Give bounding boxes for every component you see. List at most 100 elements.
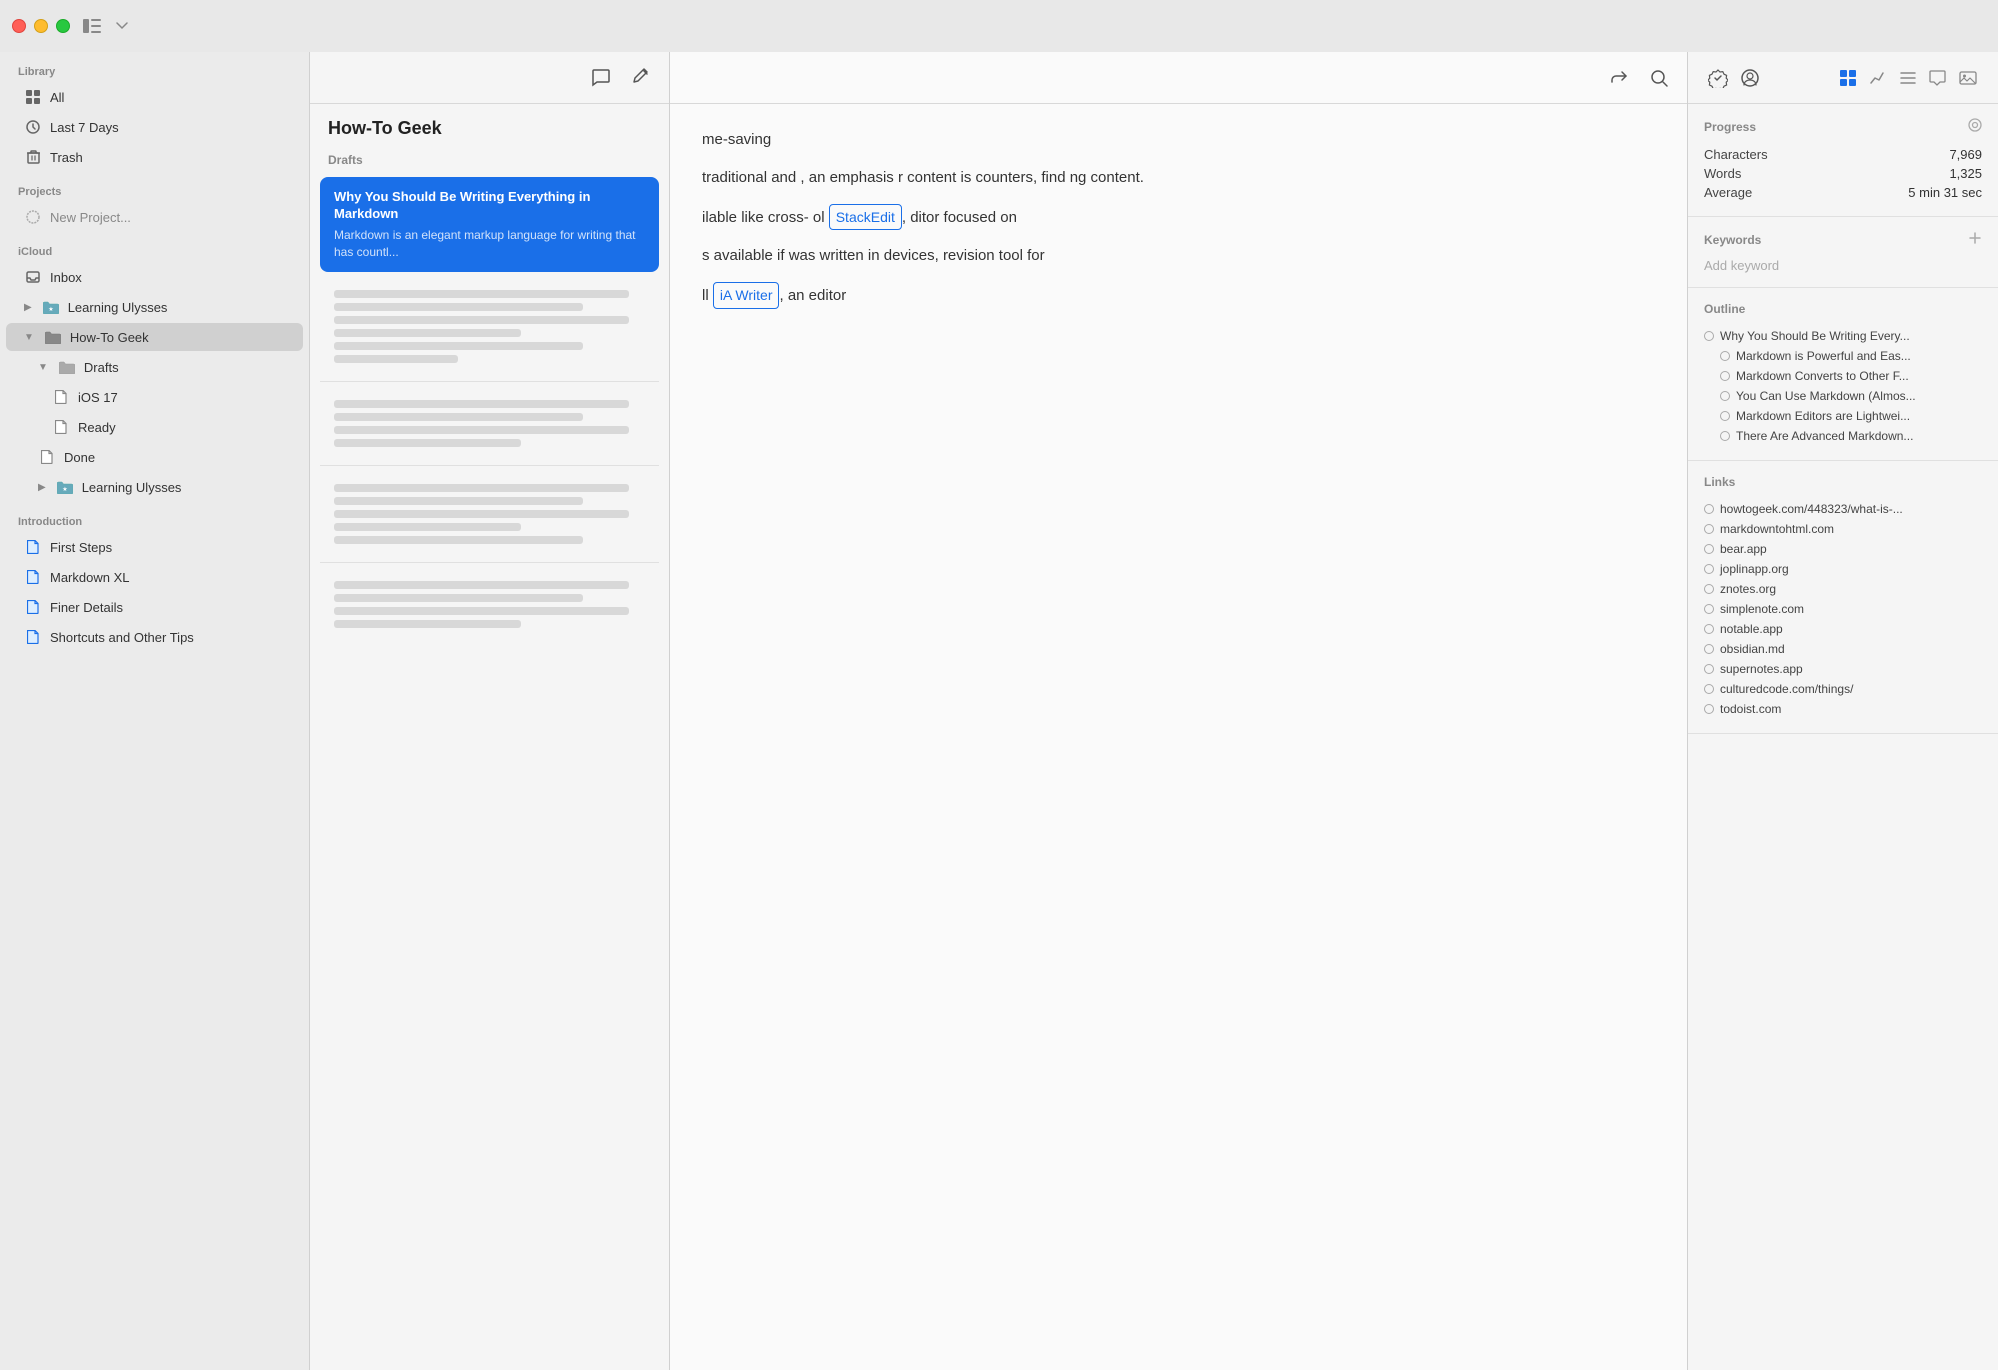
- image-view-icon[interactable]: [1954, 64, 1982, 92]
- comment-icon[interactable]: [589, 66, 613, 90]
- blurred-line: [334, 426, 629, 434]
- doc-list-toolbar: [310, 52, 669, 104]
- ia-writer-link[interactable]: iA Writer: [713, 282, 780, 308]
- chart-view-icon[interactable]: [1864, 64, 1892, 92]
- maximize-button[interactable]: [56, 19, 70, 33]
- markdown-xl-label: Markdown XL: [50, 570, 285, 585]
- minimize-button[interactable]: [34, 19, 48, 33]
- link-item-10[interactable]: todoist.com: [1704, 699, 1982, 719]
- link-bullet-9: [1704, 684, 1714, 694]
- blurred-line: [334, 355, 458, 363]
- blurred-doc-2[interactable]: [320, 280, 659, 373]
- sidebar-item-all[interactable]: All: [6, 83, 303, 111]
- svg-text:★: ★: [62, 486, 67, 493]
- sidebar-item-learning-ulysses-1[interactable]: ▶ ★ Learning Ulysses: [6, 293, 303, 321]
- projects-header: Projects: [0, 172, 309, 202]
- link-item-8[interactable]: supernotes.app: [1704, 659, 1982, 679]
- link-item-7[interactable]: obsidian.md: [1704, 639, 1982, 659]
- doc-blue-icon-markdown-xl: [24, 568, 42, 586]
- compose-icon[interactable]: [629, 66, 653, 90]
- new-project-label: New Project...: [50, 210, 285, 225]
- sidebar-item-shortcuts[interactable]: Shortcuts and Other Tips: [6, 623, 303, 651]
- outline-item-5[interactable]: There Are Advanced Markdown...: [1704, 426, 1982, 446]
- doc-icon-ios17: [52, 388, 70, 406]
- sidebar-item-ready[interactable]: Ready: [6, 413, 303, 441]
- link-item-5[interactable]: simplenote.com: [1704, 599, 1982, 619]
- blurred-line: [334, 400, 629, 408]
- list-view-icon[interactable]: [1894, 64, 1922, 92]
- right-toolbar: [1688, 52, 1998, 104]
- average-label: Average: [1704, 185, 1752, 200]
- selected-doc-preview: Markdown is an elegant markup language f…: [334, 227, 645, 261]
- stackedit-link[interactable]: StackEdit: [829, 204, 902, 230]
- expand-arrow-htg: ▼: [24, 332, 34, 343]
- link-item-0[interactable]: howtogeek.com/448323/what-is-...: [1704, 499, 1982, 519]
- search-icon[interactable]: [1647, 66, 1671, 90]
- drafts-section-label: Drafts: [310, 147, 669, 173]
- blurred-line: [334, 497, 583, 505]
- outline-item-3[interactable]: You Can Use Markdown (Almos...: [1704, 386, 1982, 406]
- expand-arrow-1: ▶: [24, 302, 32, 313]
- sidebar: Library All Last 7 Days: [0, 52, 310, 1370]
- blurred-line: [334, 510, 629, 518]
- close-button[interactable]: [12, 19, 26, 33]
- learning-ulysses-2-label: Learning Ulysses: [82, 480, 285, 495]
- sidebar-item-inbox[interactable]: Inbox: [6, 263, 303, 291]
- link-item-1[interactable]: markdowntohtml.com: [1704, 519, 1982, 539]
- sidebar-toggle-icon[interactable]: [80, 14, 104, 38]
- sidebar-item-ios17[interactable]: iOS 17: [6, 383, 303, 411]
- share-icon[interactable]: [1607, 66, 1631, 90]
- outline-bullet-3: [1720, 391, 1730, 401]
- blurred-line: [334, 316, 629, 324]
- svg-text:★: ★: [48, 306, 53, 313]
- editor-para-2: traditional and , an emphasis r content …: [702, 166, 1655, 190]
- grid-view-icon[interactable]: [1834, 64, 1862, 92]
- sidebar-item-finer-details[interactable]: Finer Details: [6, 593, 303, 621]
- blurred-doc-4[interactable]: [320, 474, 659, 554]
- blurred-line: [334, 594, 583, 602]
- link-bullet-7: [1704, 644, 1714, 654]
- link-item-3[interactable]: joplinapp.org: [1704, 559, 1982, 579]
- blurred-doc-3[interactable]: [320, 390, 659, 457]
- links-header: Links: [1704, 475, 1982, 489]
- outline-item-4[interactable]: Markdown Editors are Lightwei...: [1704, 406, 1982, 426]
- blurred-line: [334, 607, 629, 615]
- blurred-doc-5[interactable]: [320, 571, 659, 638]
- add-keyword-icon[interactable]: [1968, 231, 1982, 248]
- outline-item-0[interactable]: Why You Should Be Writing Every...: [1704, 326, 1982, 346]
- outline-item-2[interactable]: Markdown Converts to Other F...: [1704, 366, 1982, 386]
- outline-section: Outline Why You Should Be Writing Every.…: [1688, 288, 1998, 461]
- sidebar-item-markdown-xl[interactable]: Markdown XL: [6, 563, 303, 591]
- link-item-2[interactable]: bear.app: [1704, 539, 1982, 559]
- outline-bullet-0: [1704, 331, 1714, 341]
- titlebar: [0, 0, 1998, 52]
- keyword-placeholder[interactable]: Add keyword: [1704, 258, 1982, 273]
- link-item-9[interactable]: culturedcode.com/things/: [1704, 679, 1982, 699]
- sidebar-item-new-project[interactable]: New Project...: [6, 203, 303, 231]
- chevron-down-icon[interactable]: [110, 14, 134, 38]
- editor-content[interactable]: me-saving traditional and , an emphasis …: [670, 104, 1687, 1370]
- finer-details-label: Finer Details: [50, 600, 285, 615]
- sidebar-item-done[interactable]: Done: [6, 443, 303, 471]
- checkmark-seal-icon[interactable]: [1704, 64, 1732, 92]
- outline-item-1[interactable]: Markdown is Powerful and Eas...: [1704, 346, 1982, 366]
- doc-list-panel: How-To Geek Drafts Why You Should Be Wri…: [310, 52, 670, 1370]
- person-circle-icon[interactable]: [1736, 64, 1764, 92]
- blurred-line: [334, 523, 521, 531]
- blurred-line: [334, 581, 629, 589]
- link-bullet-0: [1704, 504, 1714, 514]
- link-item-6[interactable]: notable.app: [1704, 619, 1982, 639]
- progress-settings-icon[interactable]: [1968, 118, 1982, 135]
- link-item-4[interactable]: znotes.org: [1704, 579, 1982, 599]
- sidebar-item-drafts[interactable]: ▼ Drafts: [6, 353, 303, 381]
- sidebar-item-how-to-geek[interactable]: ▼ How-To Geek: [6, 323, 303, 351]
- sidebar-item-first-steps[interactable]: First Steps: [6, 533, 303, 561]
- sidebar-item-learning-ulysses-2[interactable]: ▶ ★ Learning Ulysses: [6, 473, 303, 501]
- ready-label: Ready: [78, 420, 285, 435]
- comment-view-icon[interactable]: [1924, 64, 1952, 92]
- selected-doc-card[interactable]: Why You Should Be Writing Everything in …: [320, 177, 659, 272]
- blurred-line: [334, 303, 583, 311]
- trash-icon: [24, 148, 42, 166]
- sidebar-item-last7days[interactable]: Last 7 Days: [6, 113, 303, 141]
- sidebar-item-trash[interactable]: Trash: [6, 143, 303, 171]
